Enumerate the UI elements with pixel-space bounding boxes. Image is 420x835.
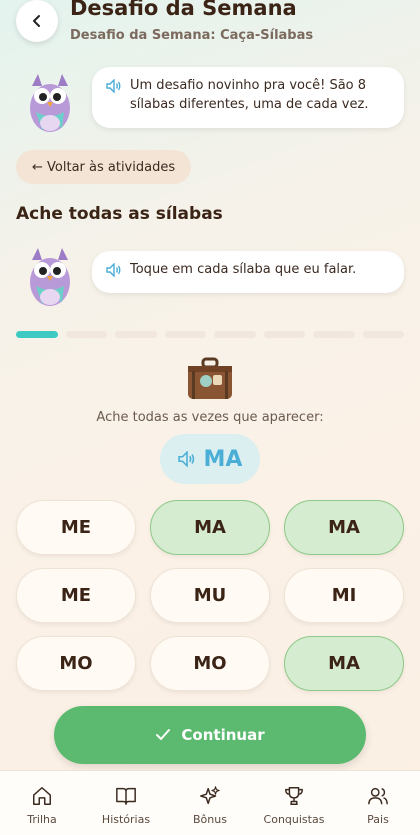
syllable-button[interactable]: MA	[284, 636, 404, 691]
page-title: Desafio da Semana	[70, 0, 297, 20]
suitcase-icon	[188, 357, 232, 399]
syllable-button[interactable]: ME	[16, 500, 136, 555]
instruction-text: Toque em cada sílaba que eu falar.	[130, 262, 357, 277]
tab-historias[interactable]: Histórias	[84, 771, 168, 826]
speaker-icon	[177, 451, 194, 467]
tab-label: Conquistas	[263, 813, 325, 826]
continue-button[interactable]: Continuar	[54, 706, 366, 764]
tab-label: Trilha	[27, 813, 57, 826]
users-icon	[368, 787, 388, 805]
tab-label: Bônus	[193, 813, 227, 826]
tab-bonus[interactable]: Bônus	[168, 771, 252, 826]
book-icon	[116, 787, 136, 805]
progress-segment	[16, 331, 58, 338]
continue-label: Continuar	[181, 726, 265, 744]
progress-segment	[65, 331, 107, 338]
section-title: Ache todas as sílabas	[16, 204, 223, 224]
home-icon	[33, 787, 51, 805]
speaker-icon[interactable]	[106, 79, 122, 93]
trophy-icon	[285, 787, 303, 805]
syllable-grid: ME MA MA ME MU MI MO MO MA	[16, 500, 404, 691]
intro-text: Um desafio novinho pra você! São 8 sílab…	[130, 78, 369, 112]
speaker-icon[interactable]	[106, 263, 122, 277]
prompt-text: Ache todas as vezes que aparecer:	[96, 410, 324, 425]
progress-segment	[313, 331, 355, 338]
target-syllable: MA	[203, 446, 243, 472]
progress-segment	[263, 331, 305, 338]
progress-segment	[115, 331, 157, 338]
syllable-button[interactable]: MO	[16, 636, 136, 691]
sparkle-icon	[200, 786, 220, 805]
syllable-button[interactable]: MA	[284, 500, 404, 555]
chevron-left-icon	[33, 15, 40, 27]
syllable-button[interactable]: MI	[284, 568, 404, 623]
owl-mascot-icon	[30, 74, 70, 132]
back-button[interactable]	[16, 0, 58, 42]
tab-conquistas[interactable]: Conquistas	[252, 771, 336, 826]
speech-bubble-instruction[interactable]: Toque em cada sílaba que eu falar.	[92, 251, 404, 293]
page-subtitle: Desafio da Semana: Caça-Sílabas	[70, 28, 314, 43]
progress-segment	[362, 331, 404, 338]
syllable-button[interactable]: MA	[150, 500, 270, 555]
back-to-activities-button[interactable]: ← Voltar às atividades	[16, 150, 192, 184]
tab-label: Pais	[367, 813, 389, 826]
tab-label: Histórias	[101, 813, 151, 826]
syllable-button[interactable]: MU	[150, 568, 270, 623]
bottom-tab-bar: Trilha Histórias Bônus Conquistas Pais	[0, 770, 420, 835]
syllable-button[interactable]: MO	[150, 636, 270, 691]
tab-pais[interactable]: Pais	[336, 771, 420, 826]
target-syllable-button[interactable]: MA	[160, 434, 260, 484]
progress-bar	[16, 331, 404, 339]
speech-bubble-intro[interactable]: Um desafio novinho pra você! São 8 sílab…	[92, 67, 404, 128]
check-icon	[156, 729, 171, 740]
progress-segment	[214, 331, 256, 338]
tab-trilha[interactable]: Trilha	[0, 771, 84, 826]
syllable-button[interactable]: ME	[16, 568, 136, 623]
owl-mascot-icon	[30, 248, 70, 306]
progress-segment	[164, 331, 206, 338]
